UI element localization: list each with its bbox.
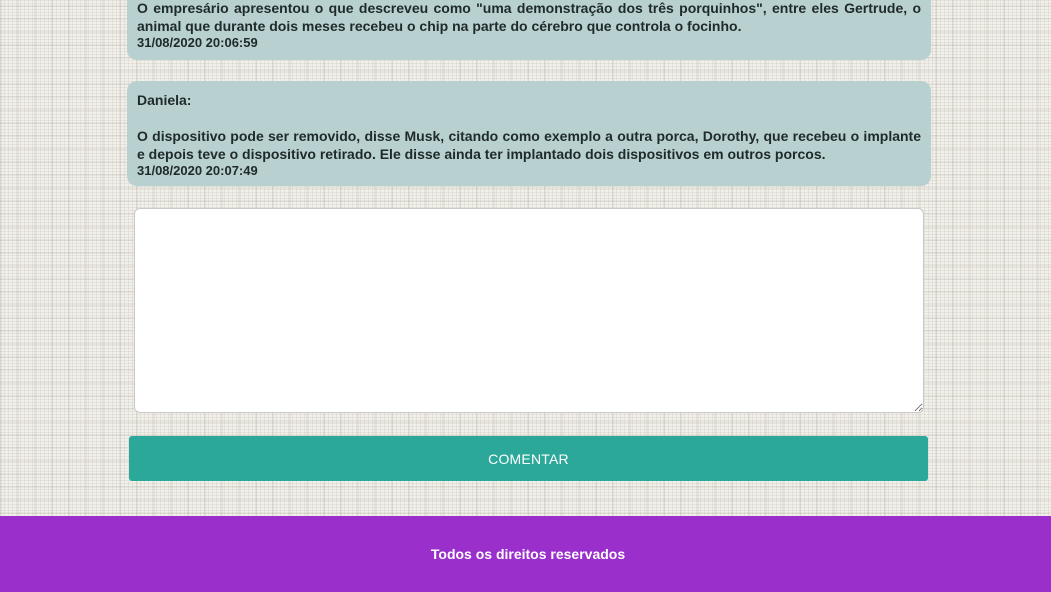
comment-timestamp: 31/08/2020 20:07:49 (137, 163, 258, 178)
comment-text: O dispositivo pode ser removido, disse M… (137, 128, 921, 162)
comment-textarea[interactable] (134, 208, 924, 413)
footer: Todos os direitos reservados (0, 516, 1051, 592)
comment-author: Daniela: (137, 92, 192, 108)
comment-card: Daniela: O dispositivo pode ser removido… (127, 81, 931, 186)
footer-text: Todos os direitos reservados (430, 546, 626, 562)
comment-card: O empresário apresentou o que descreveu … (127, 0, 931, 60)
submit-comment-button[interactable]: COMENTAR (129, 436, 928, 481)
comment-text: O empresário apresentou o que descreveu … (137, 0, 921, 34)
comment-timestamp: 31/08/2020 20:06:59 (137, 35, 258, 50)
